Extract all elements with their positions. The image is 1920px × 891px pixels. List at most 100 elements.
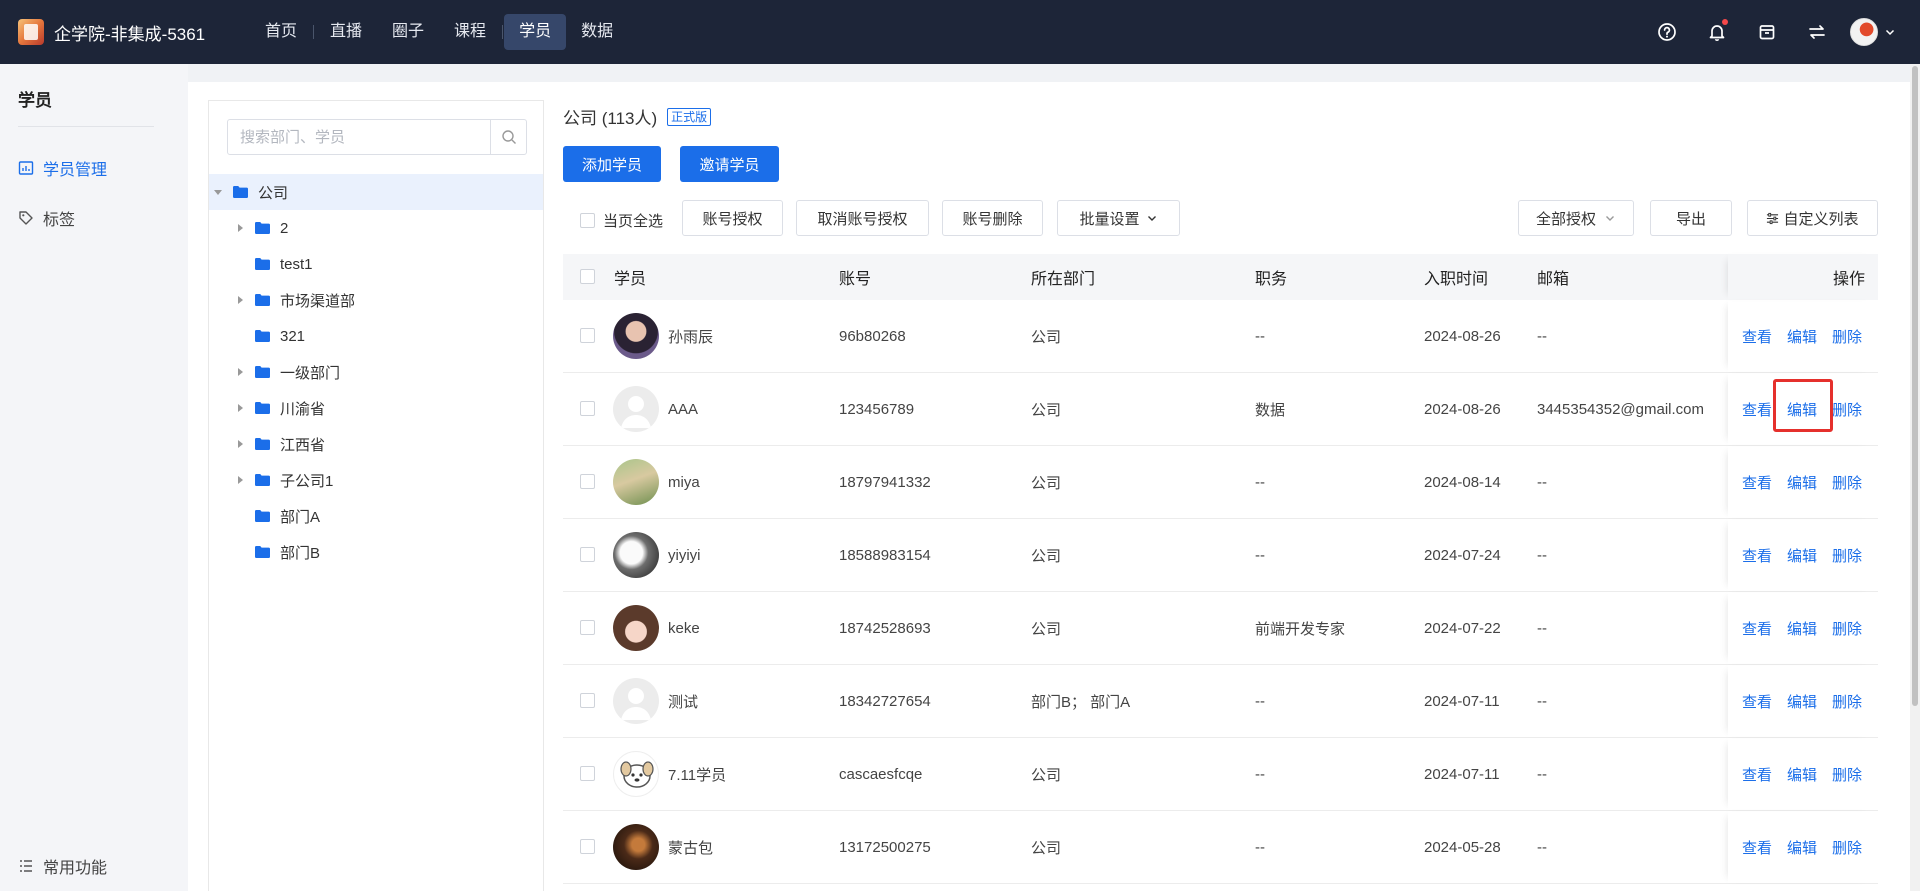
invite-student-button[interactable]: 邀请学员 (680, 146, 779, 182)
sliders-icon (1767, 212, 1779, 224)
view-link[interactable]: 查看 (1742, 326, 1772, 347)
edit-link[interactable]: 编辑 (1787, 837, 1817, 858)
row-checkbox[interactable] (580, 474, 595, 489)
table-row[interactable]: 7.11学员 cascaesfcqe 公司 -- 2024-07-11 -- 查看 编辑 删除 (563, 738, 1878, 811)
caret-right-icon[interactable] (233, 401, 247, 415)
sidebar-common-functions[interactable]: 常用功能 (18, 854, 107, 878)
table-row[interactable]: AAA 123456789 公司 数据 2024-08-26 3445354352@gma… (563, 373, 1878, 446)
view-link[interactable]: 查看 (1742, 764, 1772, 785)
edit-link[interactable]: 编辑 (1787, 618, 1817, 639)
join-date-value: 2024-07-11 (1424, 692, 1500, 710)
nav-course[interactable]: 课程 (439, 14, 501, 50)
nav-data[interactable]: 数据 (566, 14, 628, 50)
table-row[interactable]: miya 18797941332 公司 -- 2024-08-14 -- 查看 编辑 删除 (563, 446, 1878, 519)
header-checkbox[interactable] (580, 269, 595, 284)
delete-link[interactable]: 删除 (1832, 764, 1862, 785)
tree-node[interactable]: 子公司1 (209, 462, 543, 498)
tree-node[interactable]: 321 (209, 318, 543, 354)
bell-icon[interactable] (1692, 0, 1742, 64)
table-row[interactable]: 孙雨辰 96b80268 公司 -- 2024-08-26 -- 查看 编辑 删除 (563, 300, 1878, 373)
store-icon[interactable] (1742, 0, 1792, 64)
table-row[interactable]: yiyiyi 18588983154 公司 -- 2024-07-24 -- 查看 编辑 删除 (563, 519, 1878, 592)
chevron-down-icon (1885, 29, 1895, 36)
delete-link[interactable]: 删除 (1832, 326, 1862, 347)
email-value: -- (1537, 473, 1547, 491)
switch-icon[interactable] (1792, 0, 1842, 64)
tree-node[interactable]: 一级部门 (209, 354, 543, 390)
select-all-control[interactable]: 当页全选 (580, 210, 663, 231)
all-grant-dropdown[interactable]: 全部授权 (1518, 200, 1634, 236)
grant-account-button[interactable]: 账号授权 (682, 200, 783, 236)
export-button[interactable]: 导出 (1650, 200, 1732, 236)
user-menu[interactable] (1850, 18, 1896, 46)
table-row[interactable]: keke 18742528693 公司 前端开发专家 2024-07-22 -- 查看 编辑删… (563, 592, 1878, 665)
edit-link[interactable]: 编辑 (1787, 472, 1817, 493)
add-student-button[interactable]: 添加学员 (563, 146, 661, 182)
row-checkbox[interactable] (580, 547, 595, 562)
view-link[interactable]: 查看 (1742, 618, 1772, 639)
edit-link[interactable]: 编辑 (1787, 326, 1817, 347)
row-checkbox[interactable] (580, 766, 595, 781)
caret-right-icon[interactable] (233, 437, 247, 451)
row-checkbox[interactable] (580, 328, 595, 343)
delete-link[interactable]: 删除 (1832, 472, 1862, 493)
row-checkbox[interactable] (580, 693, 595, 708)
caret-right-icon[interactable] (233, 293, 247, 307)
department-value: 公司 (1031, 766, 1062, 784)
view-link[interactable]: 查看 (1742, 545, 1772, 566)
view-link[interactable]: 查看 (1742, 472, 1772, 493)
tree-node[interactable]: 川渝省 (209, 390, 543, 426)
delete-link[interactable]: 删除 (1832, 618, 1862, 639)
table-row[interactable]: 测试 18342727654 部门B； 部门A -- 2024-07-11 -- 查看 编辑删… (563, 665, 1878, 738)
student-table: 学员 账号 所在部门 职务 入职时间 邮箱 操作 孙雨辰 96b80268 公司 --… (563, 254, 1878, 884)
join-date-value: 2024-07-24 (1424, 546, 1501, 564)
tree-node[interactable]: 2 (209, 210, 543, 246)
help-icon[interactable] (1642, 0, 1692, 64)
join-date-value: 2024-08-26 (1424, 327, 1501, 345)
row-checkbox[interactable] (580, 839, 595, 854)
view-link[interactable]: 查看 (1742, 691, 1772, 712)
delete-link[interactable]: 删除 (1832, 399, 1862, 420)
nav-circle[interactable]: 圈子 (377, 14, 439, 50)
tree-node[interactable]: 部门A (209, 498, 543, 534)
row-checkbox[interactable] (580, 401, 595, 416)
edit-link[interactable]: 编辑 (1787, 545, 1817, 566)
delete-link[interactable]: 删除 (1832, 837, 1862, 858)
row-checkbox[interactable] (580, 620, 595, 635)
edit-link[interactable]: 编辑 (1787, 399, 1817, 420)
caret-right-icon[interactable] (233, 365, 247, 379)
tree-node-root[interactable]: 公司 (209, 174, 543, 210)
edit-link[interactable]: 编辑 (1787, 764, 1817, 785)
delete-link[interactable]: 删除 (1832, 691, 1862, 712)
batch-settings-dropdown[interactable]: 批量设置 (1057, 200, 1180, 236)
avatar (613, 313, 659, 359)
nav-students[interactable]: 学员 (504, 14, 567, 50)
tree-node[interactable]: 部门B (209, 534, 543, 570)
search-button[interactable] (490, 120, 526, 154)
tree-node[interactable]: test1 (209, 246, 543, 282)
search-input[interactable] (228, 120, 490, 154)
brand[interactable]: 企学院-非集成-5361 (18, 19, 240, 45)
caret-right-icon[interactable] (233, 221, 247, 235)
custom-list-button[interactable]: 自定义列表 (1747, 200, 1878, 236)
revoke-account-button[interactable]: 取消账号授权 (796, 200, 929, 236)
tree-node[interactable]: 市场渠道部 (209, 282, 543, 318)
nav-home[interactable]: 首页 (250, 14, 312, 50)
view-link[interactable]: 查看 (1742, 399, 1772, 420)
sidebar-item-tags[interactable]: 标签 (18, 206, 75, 230)
tree-node[interactable]: 江西省 (209, 426, 543, 462)
caret-right-icon[interactable] (233, 473, 247, 487)
nav-live[interactable]: 直播 (315, 14, 377, 50)
page-scrollbar[interactable] (1910, 64, 1920, 891)
caret-down-icon[interactable] (211, 185, 225, 199)
sidebar-item-student-management[interactable]: 学员管理 (18, 156, 107, 180)
delete-account-button[interactable]: 账号删除 (942, 200, 1043, 236)
search-icon (501, 130, 516, 144)
scrollbar-thumb[interactable] (1912, 66, 1918, 706)
select-all-checkbox[interactable] (580, 213, 595, 228)
edit-link[interactable]: 编辑 (1787, 691, 1817, 712)
table-row[interactable]: 蒙古包 13172500275 公司 -- 2024-05-28 -- 查看 编辑 删除 (563, 811, 1878, 884)
view-link[interactable]: 查看 (1742, 837, 1772, 858)
delete-link[interactable]: 删除 (1832, 545, 1862, 566)
nav-separator (502, 25, 504, 39)
